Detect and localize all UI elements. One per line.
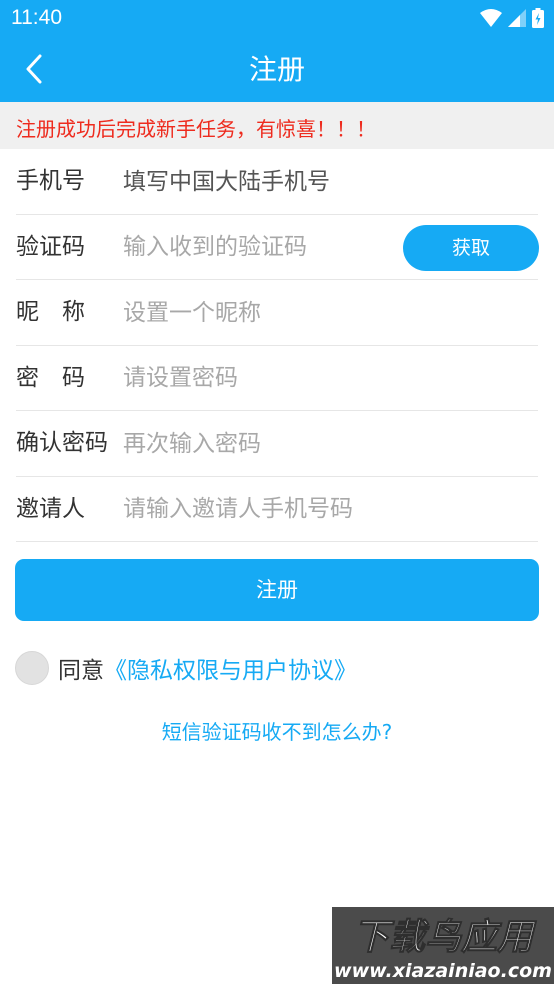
password-row: 密 码 xyxy=(16,346,538,411)
back-arrow-icon xyxy=(26,54,42,84)
phone-label: 手机号 xyxy=(16,168,85,194)
nickname-input[interactable] xyxy=(123,290,383,335)
svg-text:www.xiazainiao.com: www.xiazainiao.com xyxy=(334,960,552,982)
status-bar: 11:40 xyxy=(0,0,554,37)
inviter-row: 邀请人 xyxy=(16,477,543,542)
status-icons xyxy=(480,8,544,28)
status-time: 11:40 xyxy=(11,6,62,29)
get-code-button[interactable]: 获取 xyxy=(403,224,539,271)
back-button[interactable] xyxy=(14,49,54,89)
password-input[interactable] xyxy=(123,355,383,401)
signal-icon xyxy=(508,9,526,27)
agree-text: 同意 xyxy=(58,658,104,684)
confirm-password-label: 确认密码 xyxy=(16,430,108,456)
svg-text:下载鸟应用: 下载鸟应用 xyxy=(353,917,537,958)
inviter-input[interactable] xyxy=(123,486,543,532)
code-input[interactable] xyxy=(123,224,383,270)
phone-input[interactable] xyxy=(123,159,383,204)
page-title: 注册 xyxy=(248,53,305,86)
nickname-row: 昵 称 xyxy=(16,280,538,346)
code-row: 验证码 获取 xyxy=(16,215,539,280)
nickname-label: 昵 称 xyxy=(16,299,85,325)
agreement: 同意 《隐私权限与用户协议》 xyxy=(15,650,357,686)
confirm-password-input[interactable] xyxy=(123,421,383,466)
wifi-icon xyxy=(480,9,502,27)
confirm-password-row: 确认密码 xyxy=(16,411,538,477)
sms-help-link[interactable]: 短信验证码收不到怎么办? xyxy=(0,716,554,745)
notice-text: 注册成功后完成新手任务，有惊喜！！！ xyxy=(16,117,376,141)
inviter-label: 邀请人 xyxy=(16,495,85,522)
agree-checkbox[interactable] xyxy=(15,651,49,685)
nav-bar: 注册 xyxy=(0,37,554,102)
battery-icon xyxy=(532,8,544,28)
code-label: 验证码 xyxy=(16,233,85,260)
register-button[interactable]: 注册 xyxy=(15,559,539,621)
privacy-agreement-link[interactable]: 《隐私权限与用户协议》 xyxy=(104,651,357,685)
watermark-logo: 下载鸟应用 www.xiazainiao.com xyxy=(332,907,554,984)
phone-row: 手机号 xyxy=(16,149,538,215)
password-label: 密 码 xyxy=(16,364,85,391)
register-form: 手机号 验证码 获取 昵 称 密 码 确认密码 邀请人 xyxy=(0,149,554,542)
notice-banner: 注册成功后完成新手任务，有惊喜！！！ xyxy=(0,102,554,149)
